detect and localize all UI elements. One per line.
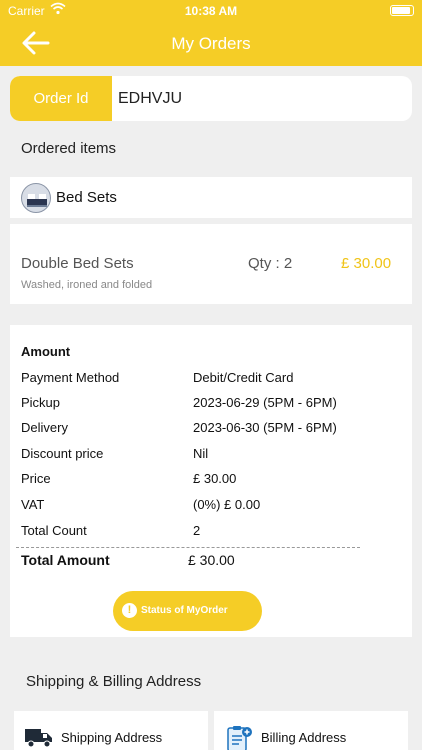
status-bar: Carrier 10:38 AM	[0, 0, 422, 22]
vat-label: VAT	[21, 497, 45, 512]
order-id-card: Order Id EDHVJU	[10, 76, 412, 121]
page-title: My Orders	[171, 34, 251, 53]
pickup-value: 2023-06-29 (5PM - 6PM)	[193, 395, 337, 410]
pickup-label: Pickup	[21, 395, 61, 410]
status-of-order-button[interactable]: ! Status of MyOrder	[113, 591, 262, 631]
order-id-value: EDHVJU	[118, 90, 183, 107]
order-id-label: Order Id	[10, 76, 112, 121]
total-count-label: Total Count	[21, 523, 87, 538]
bed-image	[21, 183, 51, 213]
billing-address-label: Billing Address	[261, 730, 347, 745]
vat-value: (0%) £ 0.00	[193, 497, 261, 512]
item-name: Double Bed Sets	[21, 255, 134, 272]
item-service: Washed, ironed and folded	[21, 279, 153, 291]
billing-address-card[interactable]: Billing Address	[214, 711, 408, 750]
payment-method-value: Debit/Credit Card	[193, 370, 294, 385]
price-label: Price	[21, 471, 51, 486]
amount-title: Amount	[21, 344, 71, 359]
status-time: 10:38 AM	[184, 4, 238, 18]
delivery-value: 2023-06-30 (5PM - 6PM)	[193, 420, 337, 435]
clipboard-add-icon	[227, 726, 252, 750]
address-heading: Shipping & Billing Address	[26, 673, 202, 690]
item-qty: Qty : 2	[248, 255, 293, 272]
category-row: Bed Sets	[10, 177, 412, 218]
shipping-address-card[interactable]: Shipping Address	[14, 711, 208, 750]
top-bar: Carrier 10:38 AM My Orders	[0, 0, 422, 66]
truck-icon	[25, 729, 52, 748]
payment-method-label: Payment Method	[21, 370, 120, 385]
item-price: £ 30.00	[341, 255, 392, 272]
amount-card: Amount Payment Method Debit/Credit Card …	[10, 325, 412, 637]
status-button-label: Status of MyOrder	[141, 605, 228, 616]
shipping-address-label: Shipping Address	[61, 730, 163, 745]
battery-icon	[390, 5, 414, 16]
ordered-items-heading: Ordered items	[21, 140, 117, 157]
discount-value: Nil	[193, 446, 209, 461]
total-amount-label: Total Amount	[21, 552, 110, 568]
list-item: Double Bed Sets Washed, ironed and folde…	[10, 224, 412, 304]
exclamation-icon: !	[122, 603, 137, 618]
category-name: Bed Sets	[56, 189, 117, 206]
discount-label: Discount price	[21, 446, 104, 461]
delivery-label: Delivery	[21, 420, 68, 435]
dashed-divider	[16, 547, 360, 548]
total-count-value: 2	[193, 523, 201, 538]
price-value: £ 30.00	[193, 471, 237, 486]
total-amount-value: £ 30.00	[188, 552, 235, 568]
